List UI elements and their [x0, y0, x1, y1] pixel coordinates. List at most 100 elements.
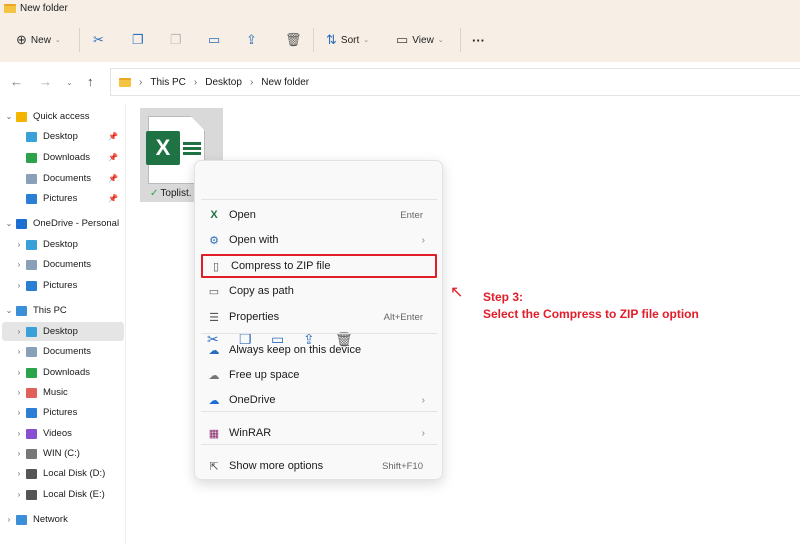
view-button[interactable]: ▭ View ⌄ [396, 30, 444, 50]
sidebar-item[interactable]: › Documents [2, 255, 124, 274]
paste-button[interactable]: ❐ [170, 30, 182, 50]
properties-icon: ☰ [209, 311, 219, 324]
recent-locations-button[interactable]: ⌄ [66, 78, 73, 87]
sidebar-item[interactable]: › Desktop [2, 322, 124, 341]
forward-button[interactable]: → [39, 74, 52, 89]
menu-item[interactable]: ▦ WinRAR › [201, 421, 437, 445]
zip-icon: ▯ [212, 260, 220, 273]
chevron-right-icon[interactable]: › [12, 469, 26, 478]
sidebar-item-label: Documents [43, 173, 92, 184]
breadcrumb-separator: › [139, 76, 143, 88]
excel-icon: X [146, 131, 180, 165]
folder-icon [16, 514, 27, 525]
rename-button[interactable]: ▭ [208, 30, 220, 50]
sidebar-item-label: Desktop [43, 239, 78, 250]
sidebar-item[interactable]: Documents 📌 [2, 169, 124, 188]
onedrive-icon: ☁ [208, 394, 220, 407]
menu-item-label: Properties [229, 311, 280, 323]
back-button[interactable]: ← [10, 74, 23, 89]
menu-item[interactable]: ☰ Properties Alt+Enter [201, 305, 437, 329]
sidebar-item[interactable]: › Network [2, 510, 124, 529]
sidebar-item-label: Quick access [33, 111, 90, 122]
chevron-right-icon[interactable]: › [2, 515, 16, 524]
ellipsis-icon: ··· [472, 32, 485, 48]
pin-icon: 📌 [108, 174, 118, 183]
chevron-down-icon[interactable]: ⌄ [2, 219, 16, 228]
menu-item[interactable]: ⚙ Open with › [201, 228, 437, 252]
sort-label: Sort [340, 34, 360, 46]
rename-icon: ▭ [208, 32, 221, 47]
folder-icon [119, 77, 131, 87]
folder-icon [26, 280, 37, 291]
folder-icon [26, 193, 37, 204]
menu-item[interactable]: ☁ Free up space [201, 363, 437, 387]
chevron-right-icon[interactable]: › [12, 449, 26, 458]
sidebar-item[interactable]: ⌄ OneDrive - Personal [2, 214, 124, 233]
sidebar-item-label: This PC [33, 305, 67, 316]
sidebar-item[interactable]: › WIN (C:) [2, 444, 124, 463]
more-options-button[interactable]: ··· [472, 30, 485, 50]
annotation-step: Step 3: [483, 290, 524, 304]
share-button[interactable]: ⇪ [246, 30, 257, 50]
sidebar-item[interactable]: › Downloads [2, 363, 124, 382]
chevron-right-icon[interactable]: › [12, 490, 26, 499]
new-button[interactable]: ⊕ New ⌄ [16, 30, 61, 50]
cut-button[interactable]: ✂ [93, 30, 104, 50]
breadcrumb-this-pc[interactable]: This PC [150, 77, 186, 88]
address-bar[interactable]: › This PC › Desktop › New folder [110, 68, 800, 96]
chevron-right-icon[interactable]: › [12, 429, 26, 438]
menu-item-label: Compress to ZIP file [231, 260, 331, 272]
sidebar-item-label: Pictures [43, 407, 78, 418]
sidebar-item[interactable]: › Videos [2, 424, 124, 443]
chevron-right-icon[interactable]: › [12, 408, 26, 417]
menu-item[interactable]: ⇱ Show more options Shift+F10 [201, 454, 437, 478]
sidebar-item[interactable]: › Desktop [2, 235, 124, 254]
chevron-down-icon[interactable]: ⌄ [2, 112, 16, 121]
chevron-right-icon[interactable]: › [12, 327, 26, 336]
more-options-icon: ⇱ [209, 460, 219, 473]
sidebar-item[interactable]: ⌄ This PC [2, 301, 124, 320]
sidebar-item[interactable]: ⌄ Quick access [2, 107, 124, 126]
menu-item[interactable]: ☁ Always keep on this device [201, 338, 437, 362]
sidebar-item[interactable]: › Documents [2, 342, 124, 361]
menu-item[interactable]: ▭ Copy as path [201, 279, 437, 303]
folder-icon [26, 131, 37, 142]
sort-button[interactable]: ⇅ Sort ⌄ [326, 30, 369, 50]
sidebar-item[interactable]: › Local Disk (E:) [2, 485, 124, 504]
menu-item[interactable]: ▯ Compress to ZIP file [201, 254, 437, 278]
chevron-right-icon[interactable]: › [12, 347, 26, 356]
copy-path-icon: ▭ [208, 285, 220, 298]
chevron-right-icon[interactable]: › [12, 240, 26, 249]
chevron-right-icon[interactable]: › [12, 368, 26, 377]
chevron-right-icon[interactable]: › [12, 260, 26, 269]
sidebar-item[interactable]: › Local Disk (D:) [2, 464, 124, 483]
delete-button[interactable]: 🗑 [285, 30, 302, 50]
menu-item-label: Copy as path [229, 285, 294, 297]
sidebar-item[interactable]: › Pictures [2, 403, 124, 422]
menu-divider [201, 411, 437, 412]
folder-icon [16, 111, 27, 122]
sidebar-item[interactable]: Downloads 📌 [2, 148, 124, 167]
divider [313, 28, 314, 52]
up-button[interactable]: ↑ [87, 74, 94, 89]
folder-icon [26, 468, 37, 479]
breadcrumb-desktop[interactable]: Desktop [205, 77, 242, 88]
chevron-right-icon[interactable]: › [12, 388, 26, 397]
folder-icon [26, 152, 37, 163]
chevron-right-icon[interactable]: › [12, 281, 26, 290]
menu-item[interactable]: ☁ OneDrive › [201, 388, 437, 412]
sidebar-item[interactable]: › Pictures [2, 276, 124, 295]
menu-item-label: Open with [229, 234, 279, 246]
file-name-text: Toplist. [160, 188, 192, 199]
menu-item[interactable]: X Open Enter [201, 203, 437, 227]
folder-icon [16, 218, 27, 229]
breadcrumb-new-folder[interactable]: New folder [261, 77, 309, 88]
file-name: ✓ Toplist. [150, 188, 192, 199]
sidebar-item[interactable]: Pictures 📌 [2, 189, 124, 208]
folder-icon [26, 239, 37, 250]
sidebar-item[interactable]: › Music [2, 383, 124, 402]
chevron-down-icon[interactable]: ⌄ [2, 306, 16, 315]
context-menu: ✂ ❐ ▭ ⇪ 🗑 X Open Enter ⚙ Open with › ▯ Compress… [194, 160, 443, 480]
sidebar-item[interactable]: Desktop 📌 [2, 127, 124, 146]
copy-button[interactable]: ❐ [132, 30, 144, 50]
